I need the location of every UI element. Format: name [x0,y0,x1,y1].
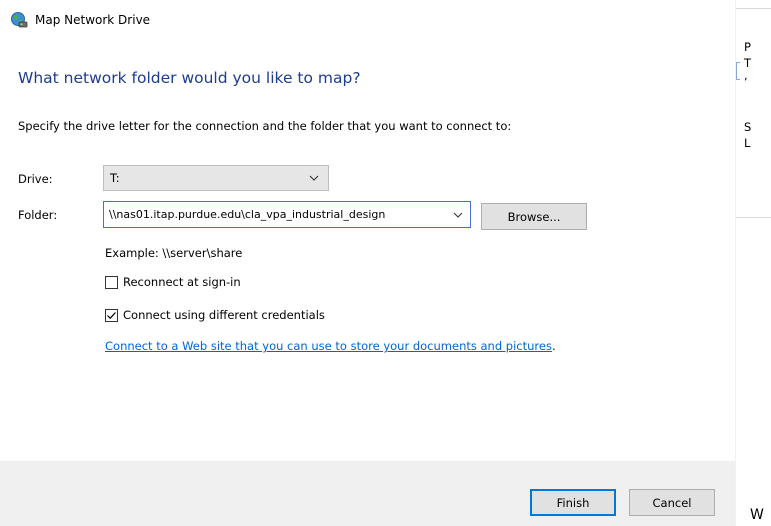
drive-select-value: T: [110,171,120,185]
chevron-down-icon [452,209,464,221]
cancel-button[interactable]: Cancel [629,489,715,516]
window-title: Map Network Drive [35,13,151,27]
screen: Map Network Drive What network folder wo… [0,0,771,526]
drive-label: Drive: [18,172,53,186]
bracket-icon [736,62,740,80]
finish-button[interactable]: Finish [530,489,616,516]
background-text: L [744,136,751,150]
web-site-link[interactable]: Connect to a Web site that you can use t… [105,339,552,353]
network-drive-icon [10,11,28,29]
dialog-footer [0,461,735,526]
background-text: , [744,68,748,82]
credentials-option[interactable]: Connect using different credentials [105,308,325,322]
chevron-down-icon [308,172,320,184]
credentials-checkbox[interactable] [105,308,118,322]
map-network-drive-dialog: Map Network Drive What network folder wo… [0,0,735,526]
background-text: S [744,120,752,134]
credentials-label: Connect using different credentials [123,308,325,322]
divider [736,8,771,9]
folder-combobox[interactable] [103,201,471,228]
page-heading: What network folder would you like to ma… [18,69,361,87]
reconnect-label: Reconnect at sign-in [123,275,241,289]
title-bar: Map Network Drive [10,9,150,31]
background-text: P [744,40,751,54]
folder-label: Folder: [18,208,58,222]
divider [736,217,771,218]
folder-input[interactable] [104,203,445,226]
drive-select[interactable]: T: [103,165,329,191]
reconnect-checkbox[interactable] [105,275,118,289]
web-site-link-row: Connect to a Web site that you can use t… [105,339,556,353]
browse-button[interactable]: Browse... [481,203,587,230]
example-text: Example: \\server\share [105,246,243,260]
instruction-text: Specify the drive letter for the connect… [18,119,512,133]
reconnect-option[interactable]: Reconnect at sign-in [105,275,241,289]
link-suffix: . [551,339,556,353]
background-bottom-text: W [750,507,764,523]
background-window: P T , S L W [735,0,771,526]
checkmark-icon [107,311,116,319]
folder-dropdown-button[interactable] [445,202,470,227]
